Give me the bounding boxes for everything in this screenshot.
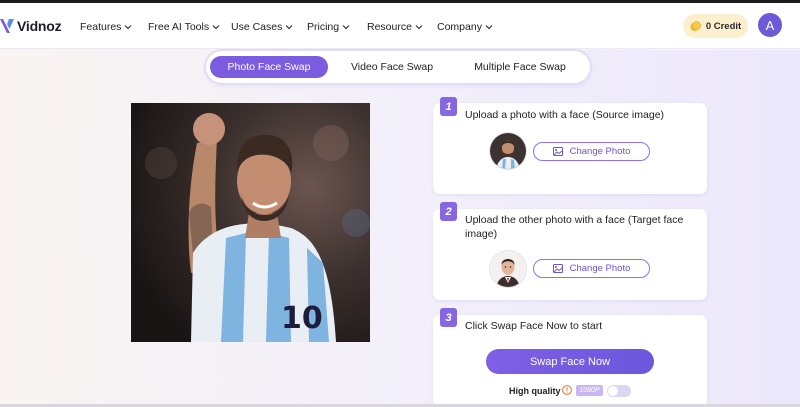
nav-resource-label: Resource [367,21,412,33]
target-image-thumbnail[interactable] [490,251,526,287]
nav-resource[interactable]: Resource [367,19,423,35]
chevron-down-icon [212,25,220,30]
nav-free-ai-tools-label: Free AI Tools [148,21,210,33]
coin-icon [690,20,701,31]
chevron-down-icon [342,25,350,30]
nav-company[interactable]: Company [437,19,493,35]
nav-free-ai-tools[interactable]: Free AI Tools [148,19,220,35]
step-3-number: 3 [440,308,457,327]
tab-photo-face-swap[interactable]: Photo Face Swap [210,56,328,78]
nav-use-cases-label: Use Cases [231,21,283,33]
image-icon [552,147,563,156]
site-header: Vidnoz Features Free AI Tools Use Cases … [0,3,800,49]
vidnoz-logo[interactable]: Vidnoz [0,16,62,36]
step-1-text: Upload a photo with a face (Source image… [465,109,665,121]
credit-label: 0 Credit [705,20,742,32]
step-2-number: 2 [440,202,457,221]
source-face-icon [490,133,526,169]
credit-badge[interactable]: 0 Credit [683,14,748,38]
toggle-knob [608,386,618,396]
chevron-down-icon [285,25,293,30]
nav-features-label: Features [80,21,122,33]
change-source-photo-button[interactable]: Change Photo [533,142,650,161]
swap-mode-tabs: Photo Face Swap Video Face Swap Multiple… [206,51,590,83]
result-preview-image: 10 [131,103,370,342]
chevron-down-icon [125,25,132,30]
info-icon[interactable] [562,385,572,395]
player-photo-illustration: 10 [131,103,370,342]
svg-text:10: 10 [281,301,323,336]
step-3-text: Click Swap Face Now to start [465,320,603,332]
nav-pricing-label: Pricing [307,21,340,33]
high-quality-label: High quality [509,386,561,396]
nav-use-cases[interactable]: Use Cases [231,19,293,35]
tab-multiple-face-swap[interactable]: Multiple Face Swap [458,56,582,78]
change-target-photo-label: Change Photo [569,263,631,274]
image-icon [552,264,563,273]
chevron-down-icon [415,25,423,30]
step-2-text: Upload the other photo with a face (Targ… [465,214,684,240]
nav-company-label: Company [437,21,482,33]
avatar[interactable]: A [758,13,782,37]
chevron-down-icon [485,25,493,30]
swap-face-now-button[interactable]: Swap Face Now [486,349,654,374]
source-image-thumbnail[interactable] [490,133,526,169]
tab-video-face-swap[interactable]: Video Face Swap [334,56,450,78]
nav-features[interactable]: Features [80,19,132,35]
nav-pricing[interactable]: Pricing [307,19,350,35]
step-1-number: 1 [440,97,457,116]
target-face-icon [490,251,526,287]
brand-name: Vidnoz [17,18,62,34]
change-target-photo-button[interactable]: Change Photo [533,259,650,278]
change-source-photo-label: Change Photo [569,146,631,157]
vidnoz-logo-icon [0,19,14,33]
quality-badge: 1080P [576,385,603,396]
high-quality-toggle[interactable] [607,385,631,397]
